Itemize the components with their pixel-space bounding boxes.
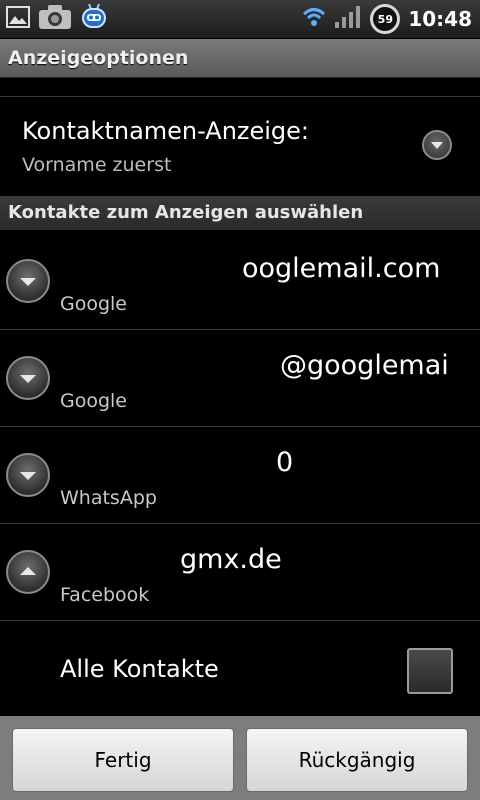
all-contacts-checkbox[interactable] [407, 648, 453, 694]
account-name: 0 [276, 447, 294, 478]
account-row[interactable]: gmx.de Facebook [0, 524, 480, 621]
pref-summary: Vorname zuerst [22, 154, 172, 176]
account-row[interactable]: @googlemai Google [0, 330, 480, 427]
account-type: Google [60, 390, 128, 412]
robot-icon [80, 2, 108, 36]
section-header: Kontakte zum Anzeigen auswählen [0, 196, 480, 230]
picture-icon [6, 6, 30, 32]
revert-button[interactable]: Rückgängig [246, 728, 468, 792]
battery-icon: 59 [370, 4, 401, 34]
page-title: Anzeigeoptionen [8, 47, 189, 69]
battery-level: 59 [377, 12, 393, 26]
account-type: Facebook [60, 584, 150, 606]
expand-icon[interactable] [6, 453, 50, 497]
wifi-icon [302, 6, 326, 32]
collapse-icon[interactable] [6, 550, 50, 594]
dropdown-arrow-icon[interactable] [422, 130, 452, 160]
account-type: WhatsApp [60, 487, 157, 509]
contact-name-display-pref[interactable] [0, 97, 480, 195]
all-contacts-label: Alle Kontakte [60, 655, 219, 683]
section-header-label: Kontakte zum Anzeigen auswählen [8, 202, 364, 223]
account-name: @googlemai [280, 350, 449, 381]
status-bar: 59 10:48 [0, 0, 480, 39]
account-type: Google [60, 293, 128, 315]
button-bar: Fertig Rückgängig [0, 716, 480, 800]
account-name: ooglemail.com [242, 253, 441, 284]
clock: 10:48 [408, 7, 472, 31]
expand-icon[interactable] [6, 356, 50, 400]
camera-icon [38, 4, 72, 34]
account-row[interactable]: 0 WhatsApp [0, 427, 480, 524]
pref-title: Kontaktnamen-Anzeige: [22, 117, 310, 145]
signal-icon [334, 5, 362, 33]
account-row[interactable]: ooglemail.com Google [0, 233, 480, 330]
title-bar: Anzeigeoptionen [0, 39, 480, 78]
expand-icon[interactable] [6, 259, 50, 303]
done-button[interactable]: Fertig [12, 728, 234, 792]
account-name: gmx.de [180, 544, 282, 575]
